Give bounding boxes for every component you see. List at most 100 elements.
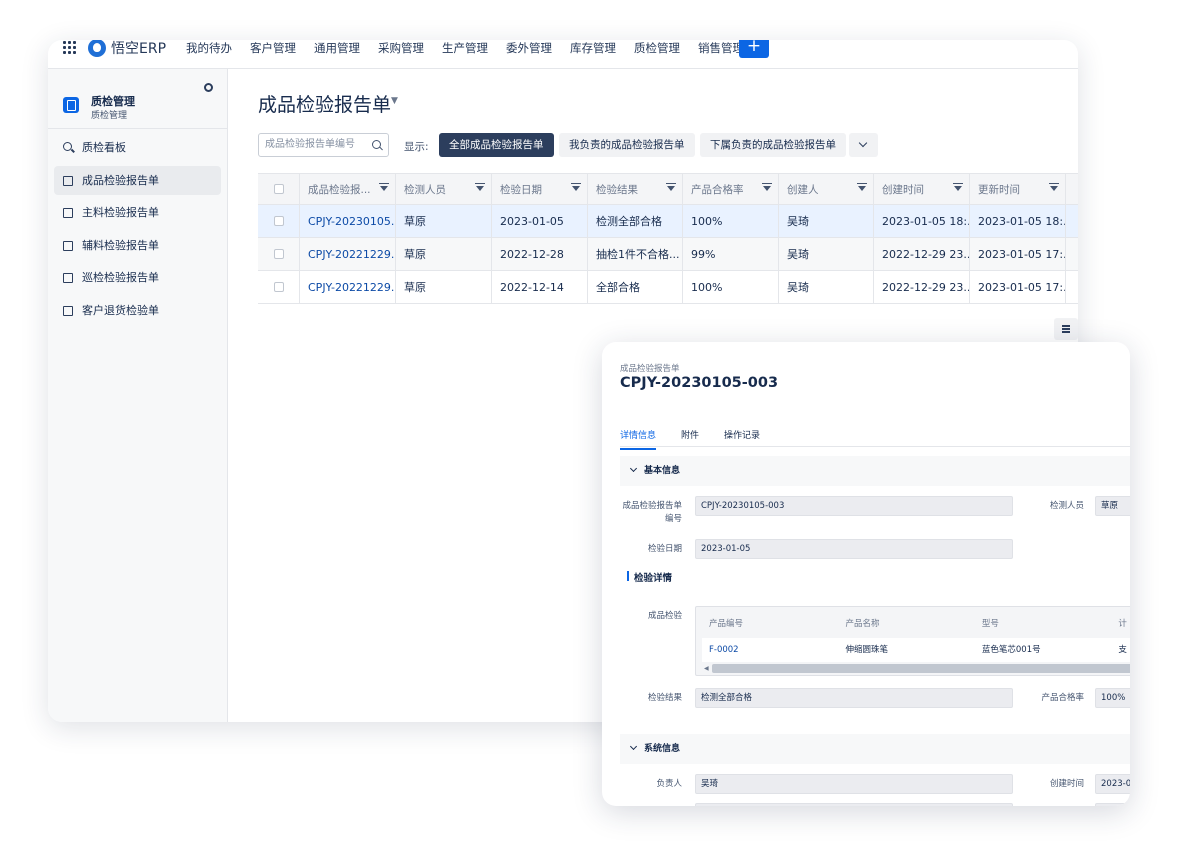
nav-item-general[interactable]: 通用管理 [314, 40, 360, 56]
sidebar-header: 质检管理 质检管理 [48, 69, 227, 129]
row-select-cell [258, 271, 300, 303]
nav-item-todo[interactable]: 我的待办 [186, 40, 232, 56]
column-header[interactable]: 检验结果 [588, 174, 683, 204]
search-icon[interactable] [372, 140, 381, 149]
result-field[interactable]: 检测全部合格 [695, 688, 1013, 708]
nav-item-sales[interactable]: 销售管理 [698, 40, 744, 56]
select-all-cell [258, 174, 300, 204]
column-header[interactable]: 检验日期 [492, 174, 588, 204]
row-checkbox[interactable] [273, 282, 284, 292]
table-row[interactable]: CPJY-20221229... 草原 2022-12-28 抽检1件不合格..… [258, 238, 1078, 271]
inspector-field[interactable]: 草原 [1095, 496, 1130, 516]
report-code-link[interactable]: CPJY-20221229... [300, 238, 396, 270]
select-all-checkbox[interactable] [273, 184, 284, 194]
filter-icon[interactable] [857, 183, 867, 191]
pass-rate-field[interactable]: 100% [1095, 688, 1130, 708]
nav-item-production[interactable]: 生产管理 [442, 40, 488, 56]
table-cell: 2022-12-28 [492, 238, 588, 270]
filter-icon[interactable] [1049, 183, 1059, 191]
column-header[interactable]: 检测人员 [396, 174, 492, 204]
sidebar-item-customer-return-report[interactable]: 客户退货检验单 [54, 296, 221, 325]
sidebar-item-label: 成品检验报告单 [82, 173, 159, 187]
report-code-link[interactable]: CPJY-20221229... [300, 271, 396, 303]
table-cell: 2023-01-05 18:... [970, 205, 1066, 237]
table-cell: 全部合格 [588, 271, 683, 303]
report-code-link[interactable]: CPJY-20230105... [300, 205, 396, 237]
column-header[interactable]: 更新时间 [970, 174, 1066, 204]
row-checkbox[interactable] [273, 216, 284, 226]
sidebar-item-patrol-report[interactable]: 巡检检验报告单 [54, 263, 221, 292]
form-icon [63, 273, 73, 283]
code-label: 成品检验报告单编号 [622, 501, 682, 524]
basic-info-section[interactable]: 基本信息 [620, 456, 1130, 486]
grid-header-row: 成品检验报... 检测人员 检验日期 检验结果 产品合格率 创建人 创建时间 更… [258, 174, 1078, 205]
pass-rate-label: 产品合格率 [1041, 693, 1084, 703]
column-menu-icon[interactable] [1054, 318, 1078, 340]
form-icon [63, 305, 73, 316]
table-row[interactable]: CPJY-20230105... 草原 2023-01-05 检测全部合格 10… [258, 205, 1078, 238]
sidebar-item-dashboard[interactable]: 质检看板 [54, 133, 221, 162]
settings-icon[interactable] [204, 83, 213, 92]
filter-icon[interactable] [762, 183, 772, 191]
logo-text: 悟空ERP [111, 41, 167, 57]
search-placeholder: 成品检验报告单编号 [265, 139, 355, 150]
sidebar-item-main-material-report[interactable]: 主料检验报告单 [54, 198, 221, 227]
horizontal-scrollbar[interactable]: ◀ [702, 664, 1130, 673]
created-time-field[interactable]: 2023-0 [1095, 774, 1130, 794]
nav-menu: 我的待办 客户管理 通用管理 采购管理 生产管理 委外管理 库存管理 质检管理 … [186, 40, 762, 56]
detail-title: CPJY-20230105-003 [620, 375, 779, 391]
filter-mine-button[interactable]: 我负责的成品检验报告单 [559, 133, 695, 157]
next-field-partial[interactable] [1095, 803, 1130, 806]
filter-icon[interactable] [666, 183, 676, 191]
table-row[interactable]: CPJY-20221229... 草原 2022-12-14 全部合格 100%… [258, 271, 1078, 304]
column-header[interactable]: 成品检验报... [300, 174, 396, 204]
column-header[interactable]: 创建人 [779, 174, 874, 204]
owner-field[interactable]: 吴琦 [695, 774, 1013, 794]
table-cell: 2023-01-05 18:... [874, 205, 970, 237]
nav-item-inventory[interactable]: 库存管理 [570, 40, 616, 56]
scrollbar-thumb[interactable] [712, 664, 1130, 673]
scroll-left-icon[interactable]: ◀ [704, 665, 709, 672]
more-filters-chevron-icon[interactable] [849, 133, 878, 157]
next-field-partial[interactable] [695, 803, 1013, 806]
logo[interactable]: 悟空ERP [88, 40, 166, 58]
nav-item-purchase[interactable]: 采购管理 [378, 40, 424, 56]
sidebar-item-finished-product-report[interactable]: 成品检验报告单 [54, 165, 221, 195]
column-header[interactable]: 创建时间 [874, 174, 970, 204]
filter-icon[interactable] [475, 183, 485, 191]
column-header-label: 检测人员 [404, 183, 446, 196]
caret-down-icon[interactable]: ▼ [391, 96, 398, 106]
sidebar-item-auxiliary-material-report[interactable]: 辅料检验报告单 [54, 231, 221, 260]
table-cell: 草原 [396, 271, 492, 303]
table-cell-overflow [1066, 205, 1078, 237]
filter-icon[interactable] [571, 183, 581, 191]
filter-icon[interactable] [379, 183, 389, 191]
sidebar-item-label: 辅料检验报告单 [82, 238, 159, 252]
date-field[interactable]: 2023-01-05 [695, 539, 1013, 559]
nav-item-customer[interactable]: 客户管理 [250, 40, 296, 56]
inspector-label: 检测人员 [1049, 501, 1084, 511]
date-label: 检验日期 [647, 544, 682, 554]
table-cell: 草原 [396, 238, 492, 270]
search-icon [63, 142, 72, 151]
code-field[interactable]: CPJY-20230105-003 [695, 496, 1013, 516]
nav-item-outsourcing[interactable]: 委外管理 [506, 40, 552, 56]
page-title[interactable]: 成品检验报告单 [258, 90, 391, 117]
product-code-link[interactable]: F-0002 [702, 638, 838, 662]
detail-panel: 成品检验报告单 CPJY-20230105-003 详情信息 附件 操作记录 基… [602, 342, 1130, 806]
system-info-section[interactable]: 系统信息 [620, 734, 1130, 764]
nav-item-quality[interactable]: 质检管理 [634, 40, 680, 56]
filter-all-button[interactable]: 全部成品检验报告单 [439, 133, 554, 157]
table-row[interactable]: F-0002 伸缩圆珠笔 蓝色笔芯001号 支 [702, 638, 1130, 662]
product-inspection-label: 成品检验 [647, 611, 682, 621]
column-header[interactable]: 产品合格率 [683, 174, 779, 204]
search-input[interactable]: 成品检验报告单编号 [258, 133, 389, 157]
add-button[interactable]: + [739, 40, 769, 58]
filter-subordinates-button[interactable]: 下属负责的成品检验报告单 [700, 133, 846, 157]
app-grid-icon[interactable] [63, 41, 76, 54]
row-checkbox[interactable] [273, 249, 284, 259]
filter-icon[interactable] [953, 183, 963, 191]
table-cell: 吴琦 [779, 205, 874, 237]
table-cell: 2023-01-05 17:... [970, 271, 1066, 303]
form-icon [63, 175, 73, 186]
